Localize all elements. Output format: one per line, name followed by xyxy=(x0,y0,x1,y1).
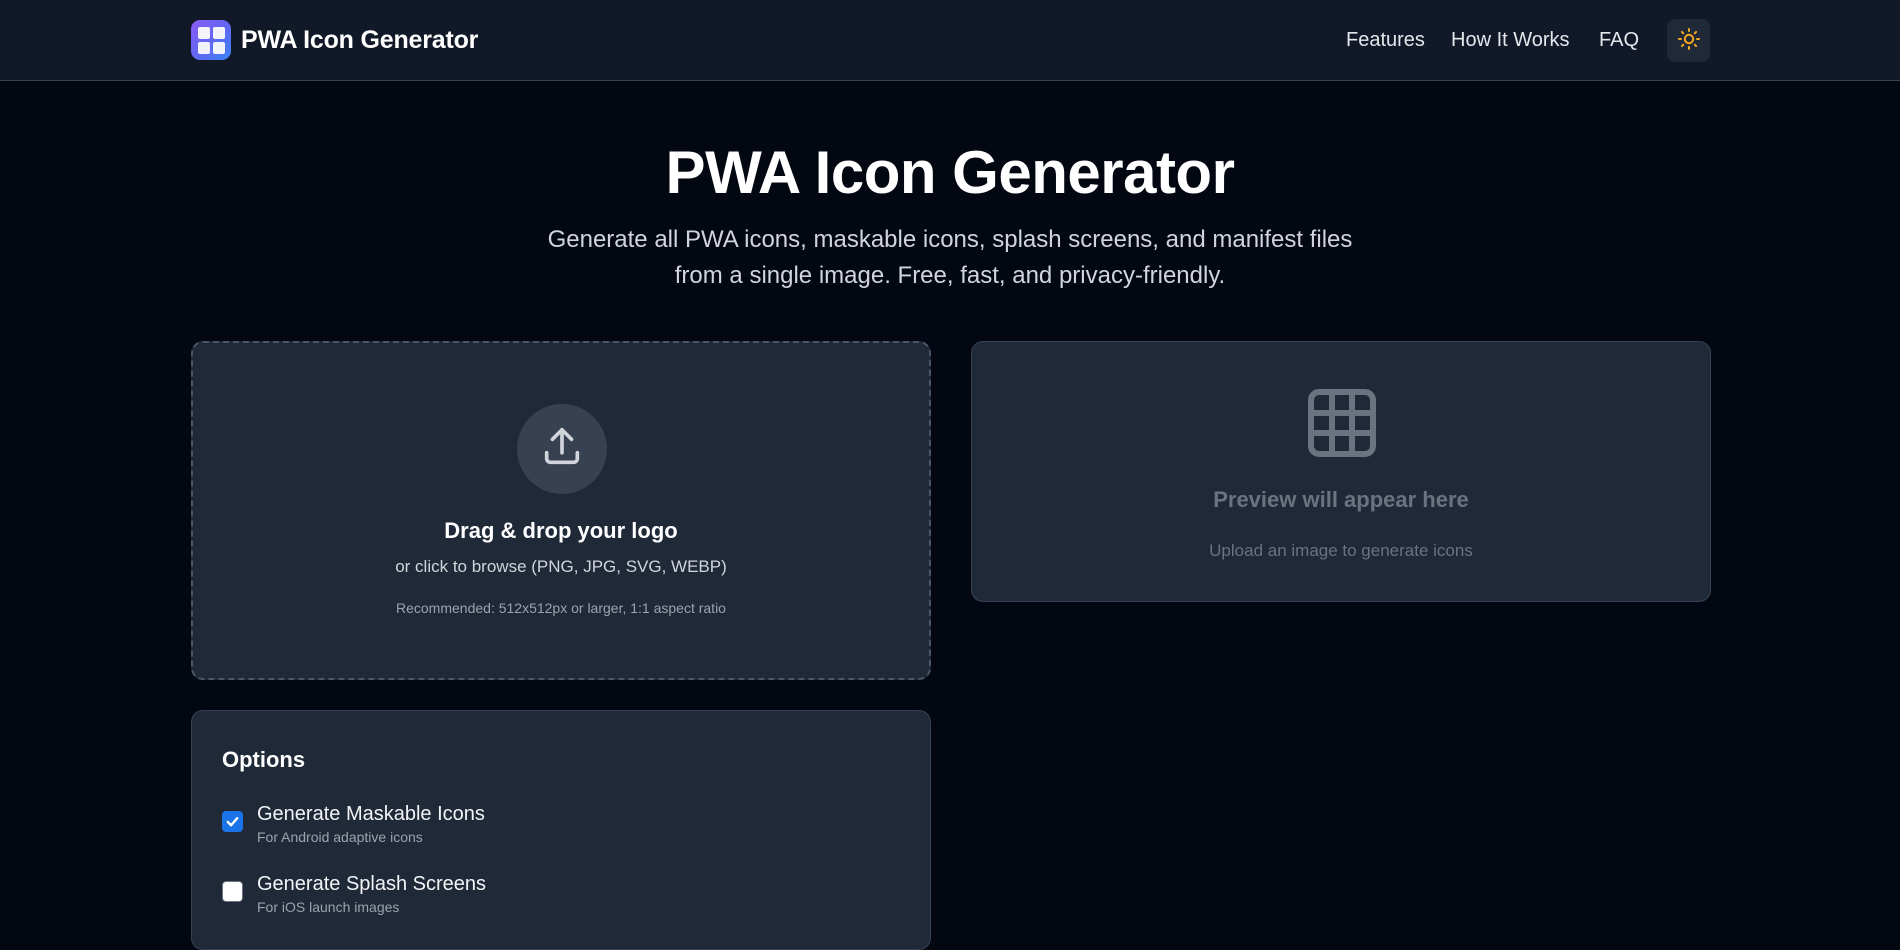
upload-subtitle: or click to browse (PNG, JPG, SVG, WEBP) xyxy=(395,557,727,576)
nav-link-how-it-works[interactable]: How It Works xyxy=(1451,29,1570,52)
page-title: PWA Icon Generator xyxy=(665,139,1235,206)
option-maskable-icons[interactable]: Generate Maskable Icons For Android adap… xyxy=(222,801,485,846)
options-title: Options xyxy=(222,747,306,772)
option-description: For Android adaptive icons xyxy=(257,829,423,845)
maskable-icons-checkbox[interactable] xyxy=(222,811,243,832)
upload-icon-container xyxy=(517,404,607,494)
option-splash-screens[interactable]: Generate Splash Screens For iOS launch i… xyxy=(222,871,486,916)
option-label: Generate Maskable Icons xyxy=(257,803,485,825)
option-text: Generate Splash Screens For iOS launch i… xyxy=(257,871,486,916)
upload-icon xyxy=(539,424,585,475)
option-label: Generate Splash Screens xyxy=(257,873,487,895)
theme-toggle-button[interactable] xyxy=(1667,19,1710,62)
grid-icon xyxy=(1307,388,1377,463)
sun-icon xyxy=(1677,27,1701,54)
site-header: PWA Icon Generator Features How It Works… xyxy=(0,0,1900,81)
main-nav: Features How It Works FAQ xyxy=(0,0,1900,81)
page-subtitle: Generate all PWA icons, maskable icons, … xyxy=(530,222,1370,294)
upload-dropzone[interactable]: Drag & drop your logo or click to browse… xyxy=(191,341,931,680)
options-panel: Options Generate Maskable Icons For Andr… xyxy=(191,710,931,950)
upload-hint: Recommended: 512x512px or larger, 1:1 as… xyxy=(396,600,726,616)
nav-link-features[interactable]: Features xyxy=(1346,29,1425,52)
preview-panel: Preview will appear here Upload an image… xyxy=(971,341,1711,602)
splash-screens-checkbox[interactable] xyxy=(222,881,243,902)
preview-placeholder-subtitle: Upload an image to generate icons xyxy=(1209,541,1473,560)
page-subtitle-line-2: from a single image. Free, fast, and pri… xyxy=(674,262,1226,289)
upload-title: Drag & drop your logo xyxy=(444,518,678,543)
option-description: For iOS launch images xyxy=(257,899,400,915)
nav-link-faq[interactable]: FAQ xyxy=(1599,29,1639,52)
option-text: Generate Maskable Icons For Android adap… xyxy=(257,801,485,846)
page-subtitle-line-1: Generate all PWA icons, maskable icons, … xyxy=(547,226,1353,253)
preview-placeholder-title: Preview will appear here xyxy=(1213,487,1469,512)
